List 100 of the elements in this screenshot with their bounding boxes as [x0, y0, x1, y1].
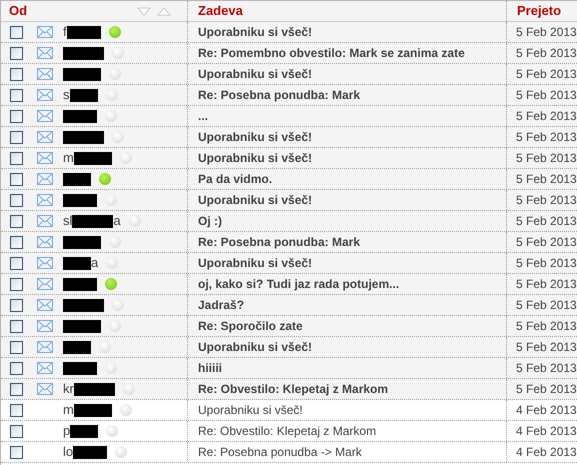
redaction-bar [63, 298, 104, 312]
redaction-bar [73, 446, 108, 458]
envelope-icon [37, 383, 53, 395]
column-header[interactable]: Od [9, 1, 28, 21]
received-date: 5 Feb 2013 [516, 318, 577, 335]
received-date: 5 Feb 2013 [516, 87, 577, 104]
checkbox[interactable] [10, 320, 23, 332]
received-date: 5 Feb 2013 [516, 150, 577, 167]
envelope-icon [37, 362, 53, 374]
checkbox[interactable] [10, 362, 23, 374]
redaction-bar [63, 362, 97, 374]
checkbox[interactable] [10, 26, 23, 38]
message-subject[interactable]: hiiiii [198, 359, 222, 377]
checkbox[interactable] [10, 68, 23, 80]
envelope-icon [37, 341, 53, 353]
sender-name: a [113, 212, 121, 230]
redaction-bar [63, 194, 97, 206]
checkbox[interactable] [10, 446, 23, 458]
message-subject[interactable]: Uporabniku si všeč! [198, 23, 312, 41]
received-date: 5 Feb 2013 [516, 171, 577, 188]
received-date: 4 Feb 2013 [516, 402, 577, 419]
message-subject[interactable]: Uporabniku si všeč! [198, 338, 312, 356]
checkbox[interactable] [10, 298, 23, 312]
redaction-bar [74, 382, 115, 396]
received-date: 5 Feb 2013 [516, 381, 577, 398]
sender-name: f [63, 23, 67, 42]
checkbox[interactable] [10, 278, 23, 290]
redaction-bar [63, 172, 91, 186]
message-subject[interactable]: Uporabniku si všeč! [198, 191, 312, 209]
redaction-bar [63, 46, 104, 60]
received-date: 5 Feb 2013 [516, 24, 577, 41]
message-subject[interactable]: Uporabniku si všeč! [198, 128, 312, 146]
redaction-bar [63, 236, 101, 248]
column-header[interactable]: Zadeva [198, 1, 243, 21]
checkbox[interactable] [10, 214, 23, 228]
redaction-bar [63, 340, 91, 354]
received-date: 5 Feb 2013 [516, 45, 577, 62]
redaction-bar [72, 214, 114, 228]
message-subject[interactable]: Re: Obvestilo: Klepetaj z Markom [198, 422, 376, 440]
column-header[interactable]: Prejeto [517, 1, 562, 21]
checkbox[interactable] [10, 172, 23, 186]
received-date: 5 Feb 2013 [516, 192, 577, 209]
envelope-icon [37, 131, 53, 143]
checkbox[interactable] [10, 404, 23, 416]
received-date: 4 Feb 2013 [516, 423, 577, 440]
message-subject[interactable]: Re: Pomembno obvestilo: Mark se zanima zate [198, 44, 465, 62]
checkbox[interactable] [10, 256, 23, 270]
message-subject[interactable]: Re: Posebna ponudba -> Mark [198, 443, 362, 461]
message-subject[interactable]: Re: Posebna ponudba: Mark [198, 86, 360, 104]
received-date: 5 Feb 2013 [516, 66, 577, 83]
message-subject[interactable]: ... [198, 107, 208, 125]
envelope-icon [37, 68, 53, 80]
message-subject[interactable]: Re: Posebna ponudba: Mark [198, 233, 360, 251]
message-subject[interactable]: Uporabniku si všeč! [198, 149, 312, 167]
received-date: 5 Feb 2013 [516, 255, 577, 272]
redaction-bar [70, 424, 98, 438]
checkbox[interactable] [10, 236, 23, 248]
checkbox[interactable] [10, 46, 23, 60]
message-subject[interactable]: Oj :) [198, 212, 222, 230]
message-subject[interactable]: oj, kako si? Tudi jaz rada potujem... [198, 275, 400, 293]
received-date: 5 Feb 2013 [516, 360, 577, 377]
envelope-icon [37, 320, 53, 332]
message-subject[interactable]: Re: Sporočilo zate [198, 317, 303, 335]
checkbox[interactable] [10, 152, 23, 164]
message-subject[interactable]: Uporabniku si všeč! [198, 254, 312, 272]
received-date: 5 Feb 2013 [516, 108, 577, 125]
envelope-icon [37, 152, 53, 164]
message-subject[interactable]: Jadraš? [198, 296, 244, 314]
received-date: 5 Feb 2013 [516, 234, 577, 251]
redaction-bar [70, 88, 98, 102]
checkbox[interactable] [10, 424, 23, 438]
sender-name: lo [63, 443, 74, 462]
checkbox[interactable] [10, 194, 23, 206]
envelope-icon [37, 47, 53, 59]
sender-name: a [91, 254, 98, 272]
sender-name: sl [63, 212, 72, 230]
envelope-icon [37, 110, 53, 122]
sender-name: m [63, 149, 74, 168]
checkbox[interactable] [10, 382, 23, 396]
checkbox[interactable] [10, 130, 23, 144]
sender-name: s [63, 86, 70, 104]
redaction-bar [63, 110, 97, 122]
message-subject[interactable]: Uporabniku si všeč! [198, 401, 303, 419]
checkbox[interactable] [10, 88, 23, 102]
message-subject[interactable]: Re: Obvestilo: Klepetaj z Markom [198, 380, 388, 398]
redaction-bar [74, 152, 112, 164]
checkbox[interactable] [10, 340, 23, 354]
envelope-icon [37, 194, 53, 206]
envelope-icon [37, 236, 53, 248]
sender-name: p [63, 422, 70, 440]
received-date: 5 Feb 2013 [516, 297, 577, 314]
message-subject[interactable]: Uporabniku si všeč! [198, 65, 312, 83]
envelope-icon [37, 215, 53, 227]
message-subject[interactable]: Pa da vidmo. [198, 170, 272, 188]
checkbox[interactable] [10, 110, 23, 122]
redaction-bar [63, 130, 104, 144]
sender-name: kr [63, 380, 74, 398]
envelope-icon [37, 299, 53, 311]
redaction-bar [66, 26, 101, 38]
redaction-bar [63, 320, 101, 332]
